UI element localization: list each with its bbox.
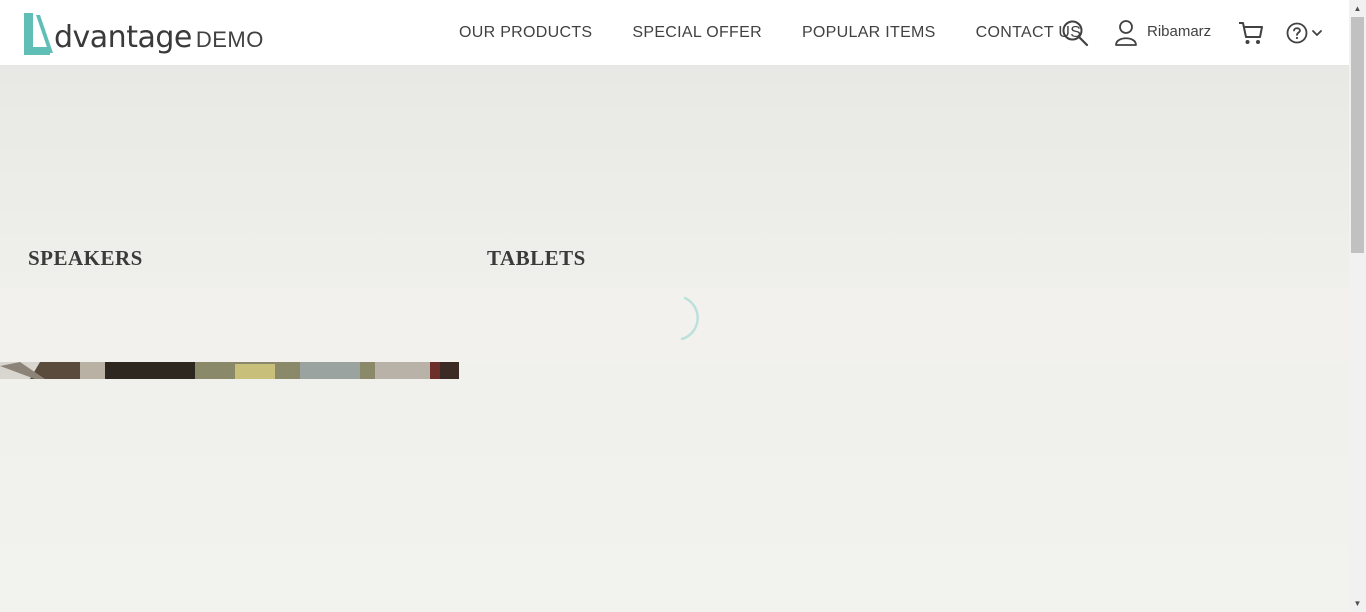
logo-word: dvantage <box>54 20 192 55</box>
scrollbar-thumb[interactable] <box>1351 17 1364 253</box>
logo-a-mark-icon <box>24 13 55 55</box>
category-speakers[interactable]: SPEAKERS <box>28 246 143 271</box>
cart-button[interactable] <box>1238 0 1264 65</box>
scroll-down-arrow-icon[interactable]: ▼ <box>1349 595 1366 612</box>
nav-special-offer[interactable]: SPECIAL OFFER <box>632 24 762 42</box>
advantage-logo[interactable]: dvantage DEMO <box>22 9 264 57</box>
speakers-image-art <box>0 362 459 379</box>
scroll-up-arrow-icon[interactable]: ▲ <box>1349 0 1366 17</box>
search-icon <box>1062 20 1089 46</box>
chevron-down-icon <box>1312 29 1322 36</box>
help-icon <box>1286 22 1308 43</box>
vertical-scrollbar[interactable]: ▲ ▼ <box>1349 0 1366 612</box>
category-tablets[interactable]: TABLETS <box>487 246 586 271</box>
top-header: dvantage DEMO OUR PRODUCTS SPECIAL OFFER… <box>0 0 1349 66</box>
nav-our-products[interactable]: OUR PRODUCTS <box>459 24 592 42</box>
user-icon <box>1115 19 1137 46</box>
user-menu-button[interactable]: Ribamarz <box>1114 0 1211 65</box>
search-button[interactable] <box>1061 0 1089 65</box>
nav-popular-items[interactable]: POPULAR ITEMS <box>802 24 936 42</box>
help-menu-button[interactable] <box>1286 0 1324 65</box>
main-nav: OUR PRODUCTS SPECIAL OFFER POPULAR ITEMS… <box>459 0 1081 65</box>
logo-demo-suffix: DEMO <box>195 27 264 52</box>
cart-icon <box>1239 21 1263 44</box>
speakers-image[interactable] <box>0 362 459 379</box>
loading-spinner-icon <box>680 296 699 341</box>
user-name[interactable]: Ribamarz <box>1147 23 1211 40</box>
page: dvantage DEMO OUR PRODUCTS SPECIAL OFFER… <box>0 0 1366 612</box>
